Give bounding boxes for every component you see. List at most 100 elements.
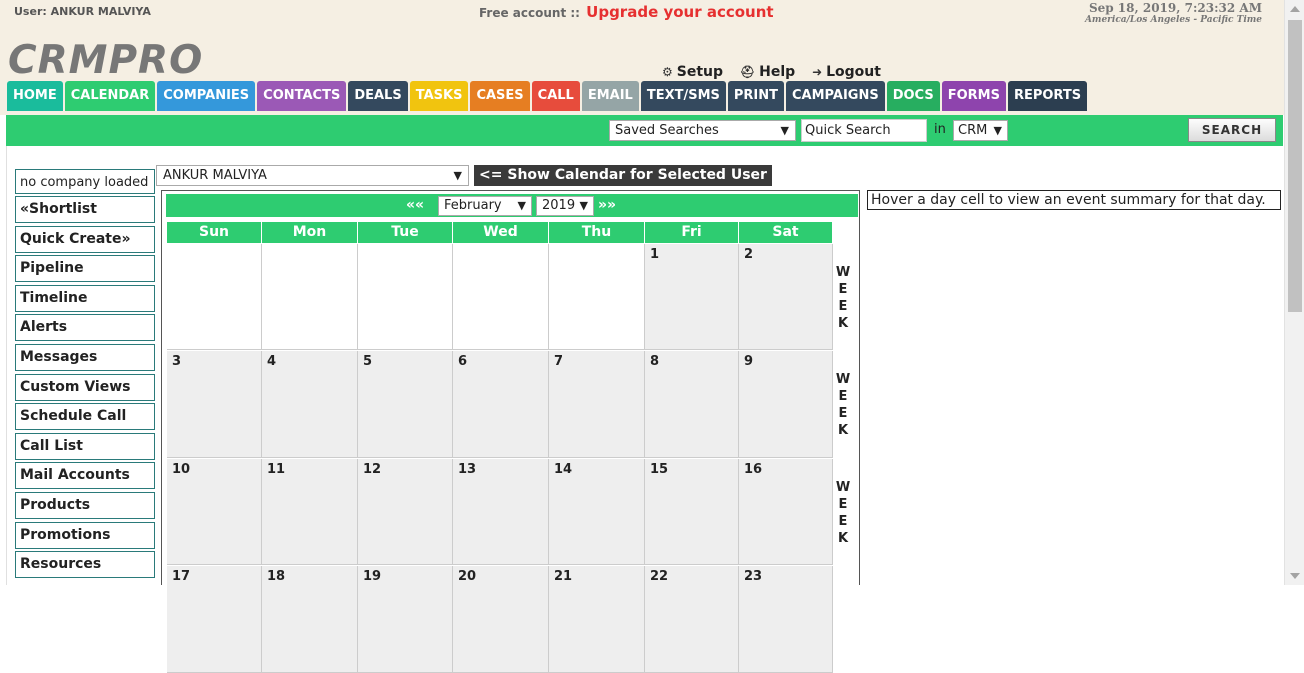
calendar: «« February ▼ 2019 ▼ »» Sun Mon Tue Wed Thu Fri… (161, 190, 860, 673)
day-cell[interactable]: 8 (645, 351, 739, 458)
nav-docs[interactable]: DOCS (886, 81, 940, 111)
day-cell[interactable]: 6 (453, 351, 549, 458)
prev-month-button[interactable]: «« (406, 197, 424, 213)
sidebar-item-promotions[interactable]: Promotions (15, 521, 155, 549)
week-link[interactable]: WEEK (835, 264, 851, 332)
day-cell[interactable]: 17 (167, 566, 262, 673)
search-scope-select[interactable]: CRM ▼ (953, 120, 1008, 141)
nav-print[interactable]: PRINT (727, 81, 785, 111)
nav-contacts[interactable]: CONTACTS (257, 81, 347, 111)
day-cell[interactable]: 4 (262, 351, 358, 458)
sidebar-item-call-list[interactable]: Call List (15, 432, 155, 460)
sidebar: no company loaded «Shortlist Quick Create… (15, 169, 155, 581)
sidebar-item-messages[interactable]: Messages (15, 343, 155, 371)
day-cell[interactable]: 10 (167, 459, 262, 565)
show-calendar-button[interactable]: <= Show Calendar for Selected User (474, 165, 772, 186)
timezone-text: America/Los Angeles - Pacific Time (1084, 15, 1262, 25)
sidebar-item-alerts[interactable]: Alerts (15, 314, 155, 342)
nav-cases[interactable]: CASES (470, 81, 530, 111)
nav-email[interactable]: EMAIL (581, 81, 639, 111)
account-text: Free account :: (479, 6, 580, 20)
day-cell[interactable]: 15 (645, 459, 739, 565)
logo[interactable]: CRMPRO (8, 38, 203, 83)
nav-home[interactable]: HOME (7, 81, 63, 111)
scrollbar[interactable] (1284, 0, 1304, 585)
day-cell[interactable]: 19 (358, 566, 453, 673)
nav-reports[interactable]: REPORTS (1007, 81, 1088, 111)
chevron-down-icon: ▼ (993, 124, 1002, 137)
quick-search-input[interactable]: Quick Search (801, 119, 927, 142)
scroll-up-icon[interactable] (1290, 6, 1300, 12)
company-status: no company loaded (15, 169, 155, 194)
day-cell[interactable]: 22 (645, 566, 739, 673)
account-status: Free account :: Upgrade your account (479, 3, 774, 21)
day-cell[interactable]: 18 (262, 566, 358, 673)
empty-day-cell (549, 244, 645, 350)
empty-day-cell (453, 244, 549, 350)
day-cell[interactable]: 14 (549, 459, 645, 565)
logout-link[interactable]: ➜ Logout (812, 64, 881, 80)
day-cell[interactable]: 11 (262, 459, 358, 565)
day-cell[interactable]: 23 (739, 566, 833, 673)
setup-link[interactable]: ⚙ Setup (662, 64, 723, 80)
gear-icon: ⚙ (662, 65, 673, 79)
sidebar-item-shortlist[interactable]: «Shortlist (15, 196, 155, 223)
week-link[interactable]: WEEK (835, 479, 851, 547)
empty-day-cell (262, 244, 358, 350)
sidebar-item-custom-views[interactable]: Custom Views (15, 373, 155, 401)
upgrade-link[interactable]: Upgrade your account (586, 3, 773, 21)
nav-text-sms[interactable]: TEXT/SMS (640, 81, 726, 111)
day-header-sun: Sun (167, 222, 261, 243)
day-cell[interactable]: 9 (739, 351, 833, 458)
day-cell[interactable]: 3 (167, 351, 262, 458)
chevron-down-icon: ▼ (579, 199, 588, 212)
calendar-nav: «« February ▼ 2019 ▼ »» (166, 194, 858, 217)
help-icon: ⛑ (739, 65, 756, 79)
chevron-down-icon: ▼ (780, 124, 789, 137)
header: User: ANKUR MALVIYA Free account :: Upgr… (0, 0, 1284, 115)
sidebar-item-schedule-call[interactable]: Schedule Call (15, 403, 155, 431)
empty-day-cell (167, 244, 262, 350)
day-cell[interactable]: 12 (358, 459, 453, 565)
month-select[interactable]: February ▼ (438, 196, 532, 216)
saved-searches-select[interactable]: Saved Searches ▼ (609, 120, 796, 141)
day-cell[interactable]: 21 (549, 566, 645, 673)
day-cell[interactable]: 7 (549, 351, 645, 458)
nav-tasks[interactable]: TASKS (409, 81, 469, 111)
event-summary-hint: Hover a day cell to view an event summar… (867, 190, 1281, 210)
nav-deals[interactable]: DEALS (348, 81, 408, 111)
nav-companies[interactable]: COMPANIES (157, 81, 256, 111)
nav-calendar[interactable]: CALENDAR (64, 81, 156, 111)
nav-campaigns[interactable]: CAMPAIGNS (786, 81, 885, 111)
sidebar-item-products[interactable]: Products (15, 491, 155, 519)
divider (6, 146, 7, 585)
in-label: in (934, 122, 946, 137)
search-button[interactable]: SEARCH (1188, 118, 1276, 142)
next-month-button[interactable]: »» (598, 197, 616, 213)
calendar-user-select[interactable]: ANKUR MALVIYA ▼ (156, 165, 469, 186)
datetime: Sep 18, 2019, 7:23:32 AM America/Los Ang… (1085, 1, 1262, 25)
scrollbar-thumb[interactable] (1288, 20, 1302, 312)
day-header-thu: Thu (549, 222, 644, 243)
week-link[interactable]: WEEK (835, 371, 851, 439)
day-cell[interactable]: 13 (453, 459, 549, 565)
scroll-down-icon[interactable] (1290, 573, 1300, 579)
day-cell[interactable]: 20 (453, 566, 549, 673)
nav-forms[interactable]: FORMS (941, 81, 1006, 111)
day-cell[interactable]: 2 (739, 244, 833, 350)
day-header-tue: Tue (358, 222, 452, 243)
sidebar-item-timeline[interactable]: Timeline (15, 284, 155, 312)
top-links: ⚙ Setup ⛑ Help ➜ Logout (662, 64, 893, 80)
day-cell[interactable]: 16 (739, 459, 833, 565)
sidebar-item-mail-accounts[interactable]: Mail Accounts (15, 462, 155, 490)
sidebar-item-quick-create[interactable]: Quick Create» (15, 225, 155, 253)
day-cell[interactable]: 1 (645, 244, 739, 350)
chevron-down-icon: ▼ (453, 169, 462, 182)
day-cell[interactable]: 5 (358, 351, 453, 458)
year-select[interactable]: 2019 ▼ (536, 196, 594, 216)
nav-call[interactable]: CALL (531, 81, 580, 111)
logout-icon: ➜ (812, 65, 823, 79)
sidebar-item-pipeline[interactable]: Pipeline (15, 255, 155, 283)
help-link[interactable]: ⛑ Help (740, 64, 795, 80)
sidebar-item-resources[interactable]: Resources (15, 551, 155, 579)
